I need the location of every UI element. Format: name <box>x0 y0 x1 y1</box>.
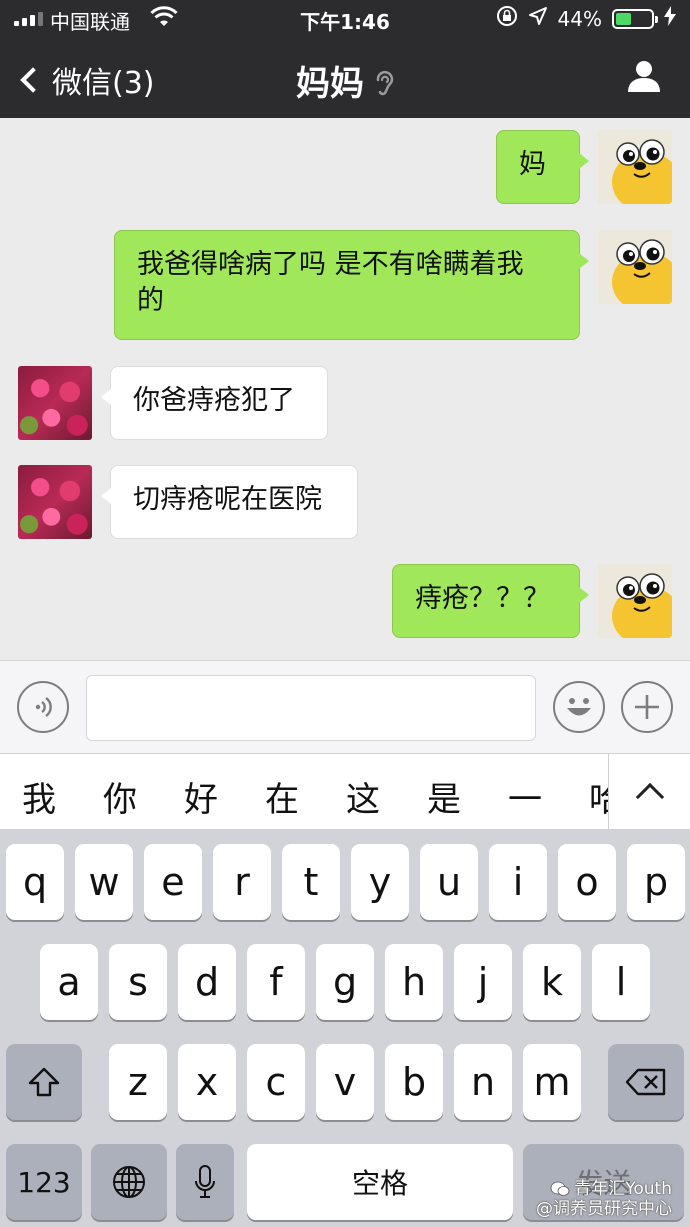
key-b[interactable]: b <box>385 1044 443 1120</box>
key-v[interactable]: v <box>316 1044 374 1120</box>
top-bar: 中国联通 下午1:46 44% 微信(3) 妈妈 <box>0 0 690 118</box>
avatar-contact[interactable] <box>18 465 92 539</box>
candidate-word[interactable]: 好 <box>184 772 218 821</box>
message-bubble-incoming[interactable]: 你爸痔疮犯了 <box>101 366 328 440</box>
globe-key[interactable] <box>91 1144 167 1220</box>
key-p[interactable]: p <box>627 844 685 920</box>
key-h[interactable]: h <box>385 944 443 1020</box>
shift-key[interactable] <box>6 1044 82 1120</box>
avatar-self[interactable] <box>598 564 672 638</box>
key-d[interactable]: d <box>178 944 236 1020</box>
key-n[interactable]: n <box>454 1044 512 1120</box>
chevron-up-icon <box>635 782 664 812</box>
key-r[interactable]: r <box>213 844 271 920</box>
person-icon <box>628 61 660 92</box>
candidate-word[interactable]: 你 <box>103 772 137 821</box>
more-button[interactable] <box>621 681 673 733</box>
key-l[interactable]: l <box>592 944 650 1020</box>
avatar-self[interactable] <box>598 230 672 304</box>
message-text: 切痔疮呢在医院 <box>133 484 322 515</box>
key-o[interactable]: o <box>558 844 616 920</box>
plus-icon <box>635 695 659 719</box>
input-bar <box>0 660 690 753</box>
key-j[interactable]: j <box>454 944 512 1020</box>
nav-bar: 微信(3) 妈妈 <box>0 38 690 118</box>
key-q[interactable]: q <box>6 844 64 920</box>
space-key[interactable]: 空格 <box>247 1144 513 1220</box>
key-i[interactable]: i <box>489 844 547 920</box>
delete-key[interactable] <box>608 1044 684 1120</box>
battery-icon <box>612 8 658 29</box>
battery-percent: 44% <box>557 6 602 31</box>
location-icon <box>528 6 548 31</box>
watermark-line1: 青年汇Youth <box>574 1179 672 1199</box>
key-y[interactable]: y <box>351 844 409 920</box>
candidate-word[interactable]: 这 <box>346 772 380 821</box>
chat-info-button[interactable] <box>626 58 662 94</box>
ear-icon <box>374 68 394 103</box>
key-g[interactable]: g <box>316 944 374 1020</box>
lock-rotation-icon <box>496 5 518 32</box>
message-bubble-outgoing[interactable]: 妈 <box>496 130 589 204</box>
wechat-logo-icon <box>550 1181 570 1197</box>
message-text-line: 的 <box>137 285 164 316</box>
candidate-word[interactable]: 在 <box>265 772 299 821</box>
chat-title-wrap: 妈妈 <box>0 56 690 105</box>
avatar-contact[interactable] <box>18 366 92 440</box>
message-text: 妈 <box>519 149 546 180</box>
keyboard: q w e r t y u i o p a s d f g h j k l z … <box>0 830 690 1227</box>
candidate-word[interactable]: 是 <box>427 772 461 821</box>
candidate-word[interactable]: 一 <box>508 772 542 821</box>
message-text-line: 我爸得啥病了吗 是不有啥瞒着我 <box>137 249 524 280</box>
microphone-icon <box>195 1165 215 1198</box>
message-input[interactable] <box>86 675 536 741</box>
numbers-key[interactable]: 123 <box>6 1144 82 1220</box>
emoji-button[interactable] <box>553 681 605 733</box>
chat-title: 妈妈 <box>296 64 364 104</box>
key-u[interactable]: u <box>420 844 478 920</box>
chat-area[interactable]: 妈 我爸得啥病了吗 是不有啥瞒着我 的 你爸痔疮犯了 切痔疮呢在医院 痔疮？？？ <box>0 118 690 660</box>
expand-candidates-button[interactable] <box>608 754 690 829</box>
dictation-key[interactable] <box>176 1144 234 1220</box>
candidate-word[interactable]: 我 <box>22 772 56 821</box>
globe-icon <box>113 1166 145 1198</box>
voice-button[interactable] <box>17 681 69 733</box>
key-a[interactable]: a <box>40 944 98 1020</box>
message-bubble-incoming[interactable]: 切痔疮呢在医院 <box>101 465 358 539</box>
voice-icon <box>35 697 52 717</box>
message-bubble-outgoing[interactable]: 我爸得啥病了吗 是不有啥瞒着我 的 <box>114 230 589 340</box>
key-z[interactable]: z <box>109 1044 167 1120</box>
key-w[interactable]: w <box>75 844 133 920</box>
message-text: 痔疮？？？ <box>415 583 550 614</box>
emoji-icon <box>567 698 591 716</box>
candidate-bar: 我 你 好 在 这 是 一 哈 <box>0 753 690 830</box>
status-bar: 中国联通 下午1:46 44% <box>0 0 690 38</box>
key-f[interactable]: f <box>247 944 305 1020</box>
key-m[interactable]: m <box>523 1044 581 1120</box>
backspace-icon <box>625 1068 666 1096</box>
message-bubble-outgoing[interactable]: 痔疮？？？ <box>392 564 589 638</box>
key-s[interactable]: s <box>109 944 167 1020</box>
watermark-line2: @调养员研究中心 <box>536 1199 672 1219</box>
key-x[interactable]: x <box>178 1044 236 1120</box>
message-text: 你爸痔疮犯了 <box>133 385 295 416</box>
key-c[interactable]: c <box>247 1044 305 1120</box>
key-t[interactable]: t <box>282 844 340 920</box>
watermark: 青年汇Youth @调养员研究中心 <box>536 1179 672 1219</box>
key-k[interactable]: k <box>523 944 581 1020</box>
charging-icon <box>664 6 676 31</box>
avatar-self[interactable] <box>598 130 672 204</box>
shift-icon <box>28 1067 60 1097</box>
key-e[interactable]: e <box>144 844 202 920</box>
